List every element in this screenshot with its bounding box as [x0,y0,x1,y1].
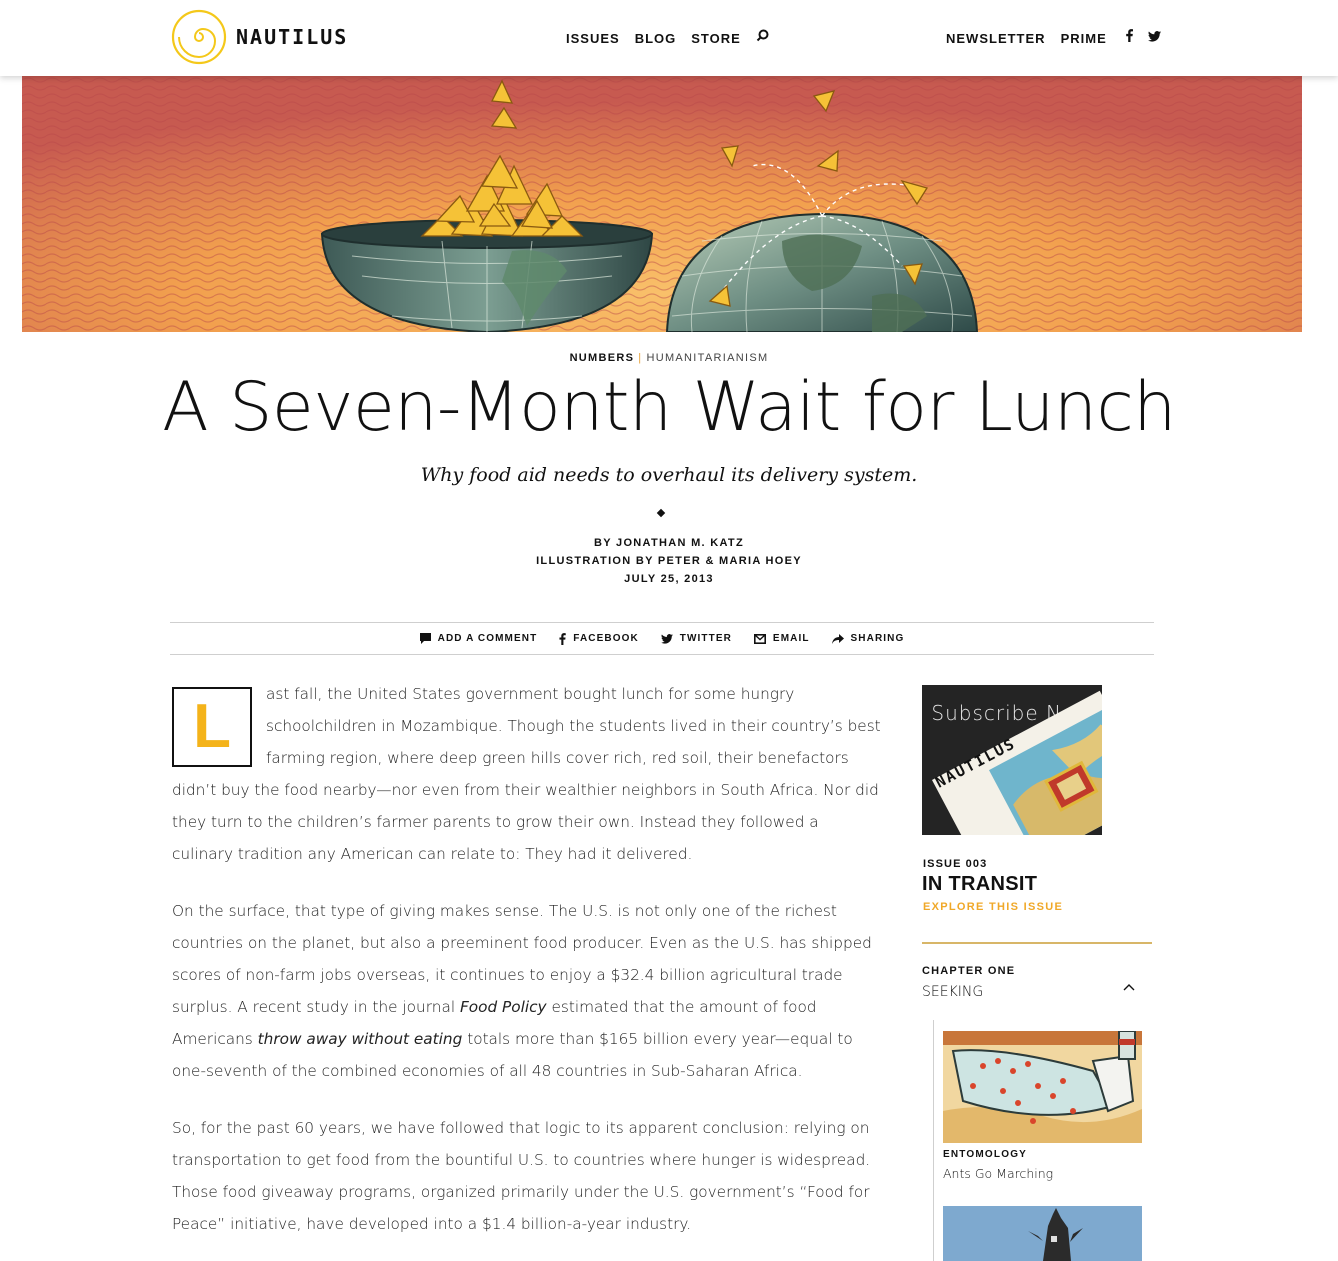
facebook-share-button[interactable]: FACEBOOK [559,632,639,645]
facebook-icon [559,632,567,645]
article-body: Last fall, the United States government … [172,678,884,1261]
email-share-button[interactable]: EMAIL [753,633,810,644]
nav-newsletter[interactable]: NEWSLETTER [946,31,1046,46]
next-article-thumbnail[interactable] [943,1206,1142,1261]
paragraph-3-text: So, for the past 60 years, we have follo… [172,1119,871,1233]
food-aid-globe-illustration [22,76,1302,332]
comment-icon [419,633,431,644]
kicker-separator: | [638,352,643,364]
illustrator-byline: ILLUSTRATION BY PETER & MARIA HOEY [536,555,802,567]
drop-cap: L [172,687,252,767]
nav-store[interactable]: STORE [691,31,741,46]
main-nav: ISSUES BLOG STORE [566,29,769,47]
publish-date: JULY 25, 2013 [624,573,714,585]
logo[interactable]: NAUTILUS [170,8,348,66]
chevron-up-icon[interactable] [1123,978,1135,996]
twitter-label: TWITTER [679,633,732,644]
sharing-label: SHARING [850,633,905,644]
thumbnail-title[interactable]: Ants Go Marching [943,1166,1053,1181]
sharing-button[interactable]: SHARING [831,633,905,644]
page-title: A Seven-Month Wait for Lunch [162,368,1176,447]
article-paragraph: Last fall, the United States government … [172,678,884,870]
share-arrow-icon [831,633,844,644]
emphasis-text: throw away without eating [257,1030,463,1048]
chapter-name: SEEKING [922,984,984,1000]
envelope-icon [753,633,766,644]
issue-title[interactable]: IN TRANSIT [922,873,1037,896]
facebook-label: FACEBOOK [573,633,639,644]
subscribe-promo[interactable]: Subscribe Now NAUTILUS [922,685,1102,835]
logo-wordmark: NAUTILUS [236,25,349,49]
hero-illustration [22,76,1302,332]
nautilus-logo-icon [171,9,227,65]
journal-name: Food Policy [459,998,547,1016]
magazine-cover-image: NAUTILUS [932,690,1102,835]
twitter-icon [660,633,673,644]
nav-prime[interactable]: PRIME [1061,31,1107,46]
paragraph-1-text: ast fall, the United States government b… [172,685,881,863]
twitter-share-button[interactable]: TWITTER [660,633,732,644]
issue-number: ISSUE 003 [923,858,988,870]
author-byline[interactable]: BY JONATHAN M. KATZ [0,537,1338,549]
share-bar: ADD A COMMENT FACEBOOK TWITTER EMAIL SHA… [170,622,1154,655]
twitter-icon[interactable] [1147,29,1161,47]
category-link[interactable]: NUMBERS [570,352,635,364]
ants-article-thumbnail[interactable] [943,1031,1142,1143]
email-label: EMAIL [772,633,810,644]
explore-issue-link[interactable]: EXPLORE THIS ISSUE [923,901,1063,913]
site-header: NAUTILUS ISSUES BLOG STORE NEWSLETTER PR… [0,0,1338,76]
chapter-label: CHAPTER ONE [922,965,1016,977]
article-subtitle: Why food aid needs to overhaul its deliv… [420,464,918,486]
article-kicker: NUMBERS | HUMANITARIANISM [0,352,1338,364]
sidebar-divider [922,942,1152,944]
facebook-icon[interactable] [1125,29,1133,47]
subcategory-link[interactable]: HUMANITARIANISM [646,352,768,364]
nav-issues[interactable]: ISSUES [566,31,620,46]
comment-label: ADD A COMMENT [437,633,538,644]
article-paragraph: So, for the past 60 years, we have follo… [172,1112,884,1240]
nav-blog[interactable]: BLOG [635,31,677,46]
divider-diamond [656,508,666,518]
search-icon[interactable] [756,29,769,47]
thumbnail-category: ENTOMOLOGY [943,1149,1028,1160]
article-paragraph: On the surface, that type of giving make… [172,895,884,1087]
add-comment-button[interactable]: ADD A COMMENT [419,633,538,644]
chapter-timeline [933,1020,934,1261]
secondary-nav: NEWSLETTER PRIME [946,29,1161,47]
